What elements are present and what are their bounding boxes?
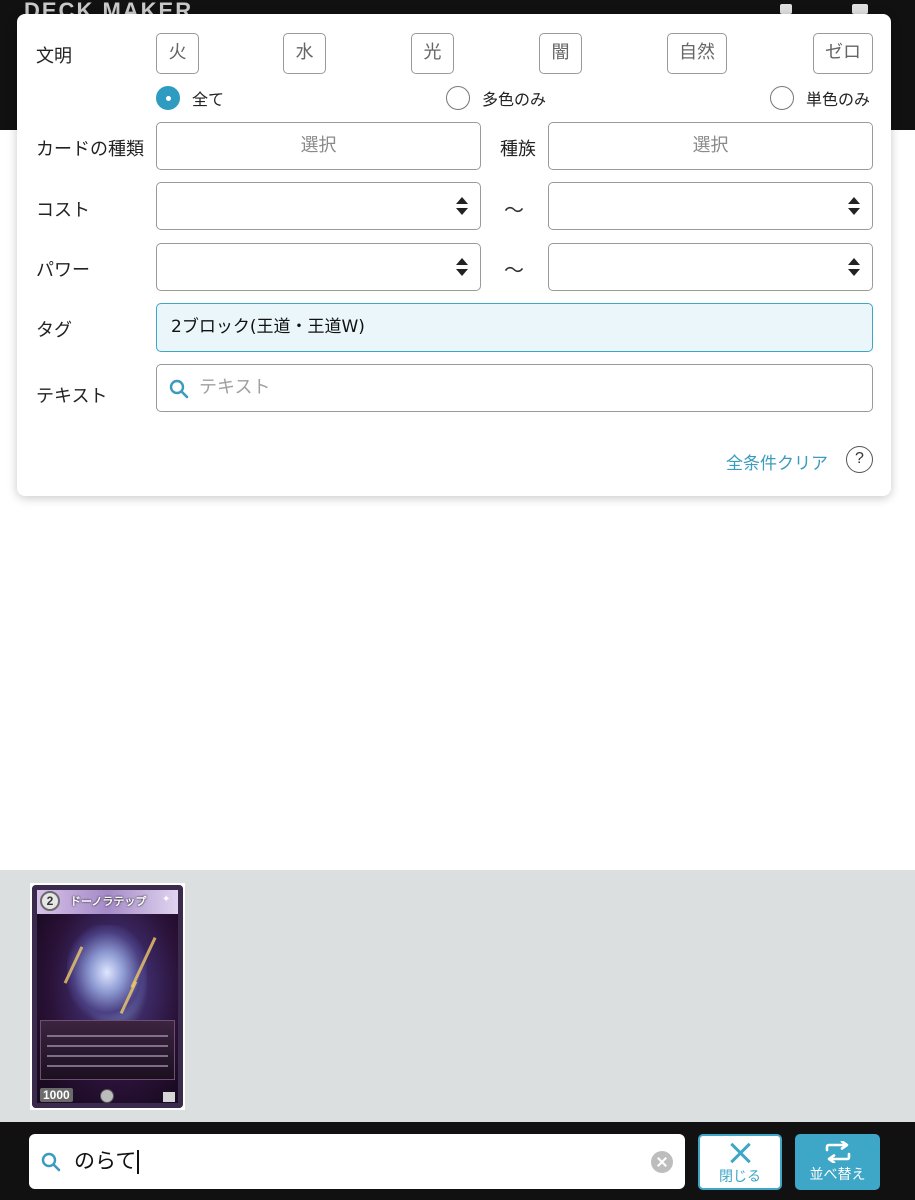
- help-icon[interactable]: ?: [846, 446, 873, 473]
- card-type-select[interactable]: 選択: [156, 122, 481, 170]
- updown-arrow-icon: [456, 197, 468, 215]
- card-power: 1000: [40, 1088, 73, 1102]
- radio-label-monocolor: 単色のみ: [806, 90, 871, 109]
- menu-icon[interactable]: [852, 4, 868, 14]
- search-icon: [41, 1152, 61, 1172]
- power-min-select[interactable]: [156, 243, 481, 291]
- civ-button-light[interactable]: 光: [411, 33, 454, 74]
- radio-all[interactable]: 全て: [156, 86, 224, 110]
- search-query-text: のらて: [74, 1149, 137, 1173]
- search-query: のらて: [74, 1134, 139, 1189]
- app-logo: DECK MAKER: [24, 0, 194, 14]
- card-name: ドーノラテップ: [70, 895, 147, 908]
- tag-select[interactable]: 2ブロック(王道・王道W): [156, 303, 873, 352]
- sort-button[interactable]: 並べ替え: [795, 1134, 880, 1190]
- updown-arrow-icon: [848, 197, 860, 215]
- civ-button-water[interactable]: 水: [283, 33, 326, 74]
- bottom-search-bar: のらて 閉じる 並べ替え: [0, 1122, 915, 1200]
- text-caret: [137, 1150, 139, 1174]
- filter-panel: 文明 火 水 光 闇 自然 ゼロ 全て 多色のみ 単色のみ カードの種類 選択 …: [17, 14, 891, 496]
- card-cost: 2: [40, 891, 60, 911]
- text-search-input[interactable]: テキスト: [156, 364, 873, 412]
- power-label: パワー: [36, 260, 90, 281]
- clear-all-link[interactable]: 全条件クリア: [726, 449, 828, 474]
- civilization-label: 文明: [36, 46, 72, 67]
- range-separator: 〜: [504, 198, 524, 222]
- tag-label: タグ: [36, 320, 72, 341]
- sort-button-label: 並べ替え: [809, 1167, 866, 1183]
- card-search-input[interactable]: のらて: [29, 1134, 685, 1189]
- radio-button[interactable]: [446, 86, 470, 110]
- card-crest-icon: ✦: [162, 894, 171, 905]
- civ-button-zero[interactable]: ゼロ: [813, 33, 873, 74]
- card-type-label: カードの種類: [36, 139, 144, 160]
- cost-max-select[interactable]: [548, 182, 873, 230]
- civ-button-fire[interactable]: 火: [156, 33, 199, 74]
- cost-min-select[interactable]: [156, 182, 481, 230]
- text-search-placeholder: テキスト: [199, 377, 271, 398]
- radio-button[interactable]: [770, 86, 794, 110]
- close-button[interactable]: 閉じる: [698, 1134, 782, 1190]
- race-label: 種族: [500, 139, 536, 160]
- card-result[interactable]: 2 ドーノラテップ ✦ 1000: [30, 883, 185, 1110]
- civ-button-nature[interactable]: 自然: [667, 33, 727, 74]
- clear-search-icon[interactable]: [651, 1151, 673, 1173]
- text-label: テキスト: [36, 386, 108, 407]
- close-icon: [729, 1142, 751, 1164]
- cost-label: コスト: [36, 200, 90, 221]
- radio-multicolor[interactable]: 多色のみ: [446, 86, 546, 110]
- race-select[interactable]: 選択: [548, 122, 873, 170]
- radio-button-selected[interactable]: [156, 86, 180, 110]
- radio-label-all: 全て: [192, 90, 225, 109]
- search-icon: [169, 379, 189, 399]
- trash-icon[interactable]: [780, 4, 792, 14]
- close-button-label: 閉じる: [719, 1169, 761, 1185]
- civilization-icon: [100, 1089, 114, 1103]
- rarity-icon: [163, 1092, 175, 1102]
- card-image: 2 ドーノラテップ ✦ 1000: [32, 885, 183, 1108]
- swap-arrows-icon: [825, 1141, 850, 1163]
- power-max-select[interactable]: [548, 243, 873, 291]
- radio-label-multicolor: 多色のみ: [482, 90, 547, 109]
- range-separator: 〜: [504, 258, 524, 282]
- updown-arrow-icon: [456, 258, 468, 276]
- radio-monocolor[interactable]: 単色のみ: [770, 86, 870, 110]
- updown-arrow-icon: [848, 258, 860, 276]
- civ-button-darkness[interactable]: 闇: [539, 33, 582, 74]
